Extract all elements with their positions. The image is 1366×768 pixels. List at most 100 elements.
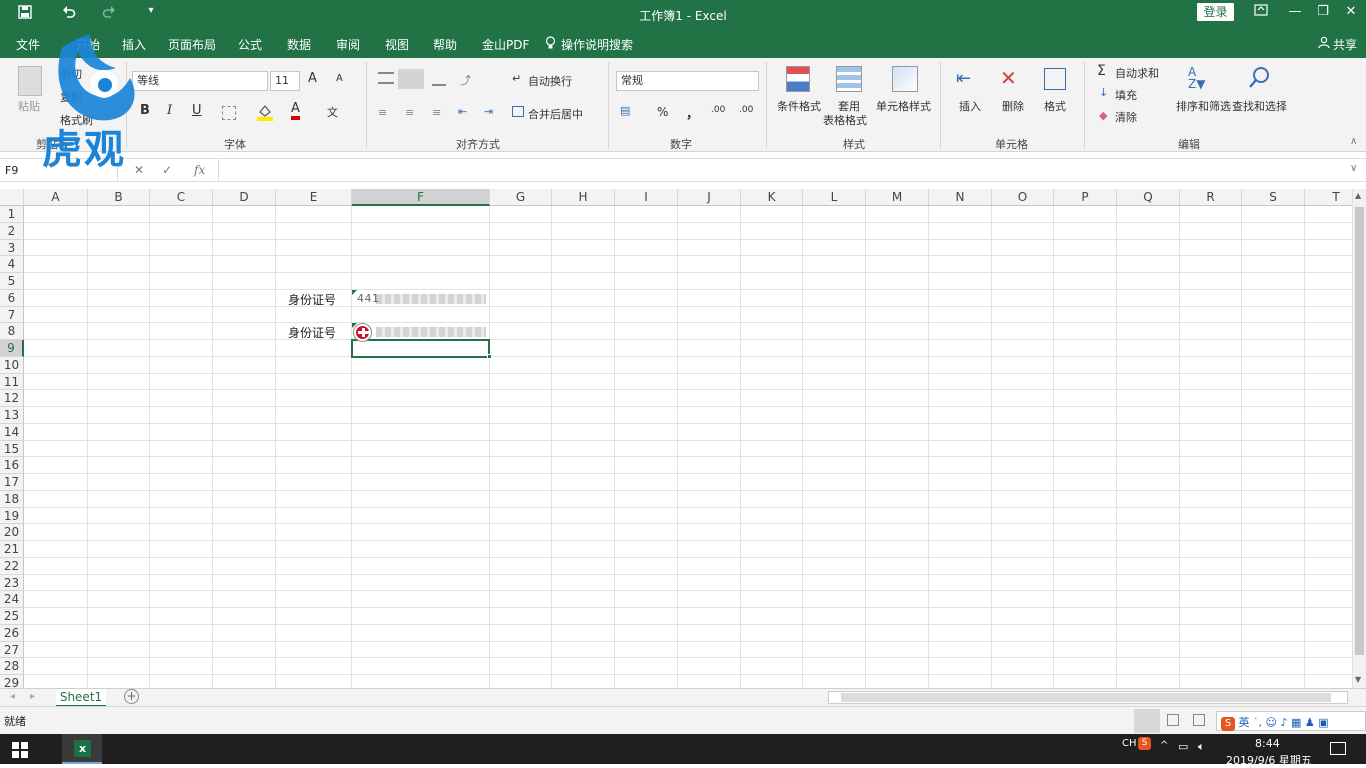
tab-formulas[interactable]: 公式: [238, 36, 262, 53]
sort-filter-button[interactable]: 排序和筛选: [1176, 98, 1231, 114]
network-icon[interactable]: ▭: [1178, 740, 1188, 753]
find-select-button[interactable]: 查找和选择: [1232, 98, 1287, 114]
worksheet-grid[interactable]: A B C D E F G H I J K L M N O P Q R S T 1 2 3 4 5 6 7 8 9 10 11 12 13 14 1…: [0, 189, 1352, 688]
column-header-e[interactable]: E: [276, 189, 352, 206]
row-header-23[interactable]: 23: [0, 574, 24, 592]
format-cells-button[interactable]: 格式: [1044, 98, 1066, 114]
row-header-8[interactable]: 8: [0, 323, 24, 340]
notification-icon[interactable]: [1330, 742, 1346, 755]
column-header-g[interactable]: G: [490, 189, 552, 206]
column-header-j[interactable]: J: [678, 189, 741, 206]
ribbon-display-icon[interactable]: [1248, 4, 1274, 24]
font-color-button[interactable]: A: [291, 102, 300, 120]
paste-button[interactable]: 粘贴: [18, 98, 40, 114]
column-header-c[interactable]: C: [150, 189, 213, 206]
tab-kingsoft-pdf[interactable]: 金山PDF: [482, 36, 529, 53]
row-header-16[interactable]: 16: [0, 457, 24, 474]
cut-button[interactable]: 剪切: [60, 66, 82, 82]
collapse-ribbon-icon[interactable]: ∧: [1350, 136, 1357, 147]
restore-icon[interactable]: ❐: [1310, 4, 1336, 24]
formula-input[interactable]: [218, 159, 1348, 181]
column-header-s[interactable]: S: [1242, 189, 1305, 206]
column-header-l[interactable]: L: [803, 189, 866, 206]
fill-color-icon[interactable]: [256, 103, 274, 124]
format-as-table-button[interactable]: 表格格式: [823, 112, 867, 128]
insert-cells-button[interactable]: 插入: [959, 98, 981, 114]
row-header-13[interactable]: 13: [0, 407, 24, 424]
row-header-5[interactable]: 5: [0, 273, 24, 290]
row-header-26[interactable]: 26: [0, 624, 24, 642]
tell-me-search[interactable]: 操作说明搜索: [561, 36, 633, 53]
font-size-input[interactable]: 11: [270, 71, 300, 91]
row-header-29[interactable]: 29: [0, 675, 24, 688]
row-header-10[interactable]: 10: [0, 356, 24, 374]
column-header-i[interactable]: I: [615, 189, 678, 206]
enter-formula-icon[interactable]: ✓: [162, 163, 172, 177]
page-layout-view-icon[interactable]: [1167, 714, 1179, 726]
row-header-19[interactable]: 19: [0, 507, 24, 525]
clock-time[interactable]: 8:44: [1255, 737, 1280, 750]
tab-page-layout[interactable]: 页面布局: [168, 36, 216, 53]
sogou-tray-icon[interactable]: S: [1138, 737, 1151, 750]
bold-button[interactable]: B: [140, 103, 150, 118]
tab-view[interactable]: 视图: [385, 36, 409, 53]
row-header-11[interactable]: 11: [0, 373, 24, 391]
row-header-20[interactable]: 20: [0, 524, 24, 541]
middle-align-icon[interactable]: [398, 69, 424, 89]
bottom-align-icon[interactable]: [432, 76, 446, 86]
volume-icon[interactable]: 🔈︎: [1198, 740, 1205, 754]
add-sheet-button[interactable]: +: [124, 689, 139, 704]
column-header-t[interactable]: T: [1305, 189, 1352, 206]
column-header-f[interactable]: F: [352, 189, 490, 206]
row-header-27[interactable]: 27: [0, 641, 24, 659]
minimize-icon[interactable]: —: [1282, 4, 1308, 24]
delete-cells-button[interactable]: 删除: [1002, 98, 1024, 114]
column-header-q[interactable]: Q: [1117, 189, 1180, 206]
copy-button[interactable]: 复制: [60, 89, 82, 105]
accounting-format-icon[interactable]: ▤: [620, 104, 630, 117]
column-header-a[interactable]: A: [24, 189, 88, 206]
column-header-h[interactable]: H: [552, 189, 615, 206]
top-align-icon[interactable]: [378, 72, 394, 84]
underline-button[interactable]: U: [192, 103, 202, 118]
column-header-p[interactable]: P: [1054, 189, 1117, 206]
row-header-22[interactable]: 22: [0, 557, 24, 575]
ime-indicator[interactable]: CH: [1122, 738, 1137, 749]
page-break-view-icon[interactable]: [1193, 714, 1205, 726]
row-header-14[interactable]: 14: [0, 423, 24, 441]
row-header-12[interactable]: 12: [0, 390, 24, 407]
fill-button[interactable]: 填充: [1115, 87, 1137, 103]
select-all-corner[interactable]: [0, 189, 24, 206]
tray-expand-icon[interactable]: ^: [1160, 740, 1168, 751]
fill-handle[interactable]: [487, 353, 492, 359]
share-button[interactable]: 共享: [1333, 36, 1357, 53]
windows-start-icon[interactable]: [12, 742, 28, 761]
align-right-icon[interactable]: ≡: [432, 106, 441, 119]
borders-icon[interactable]: [222, 106, 236, 120]
row-header-7[interactable]: 7: [0, 306, 24, 324]
tab-insert[interactable]: 插入: [122, 36, 146, 53]
tab-help[interactable]: 帮助: [433, 36, 457, 53]
row-header-18[interactable]: 18: [0, 490, 24, 508]
phonetic-button[interactable]: 文: [327, 104, 338, 120]
sheet-tab-sheet1[interactable]: Sheet1: [56, 689, 106, 707]
column-header-o[interactable]: O: [992, 189, 1054, 206]
cancel-formula-icon[interactable]: ✕: [134, 163, 144, 177]
row-header-25[interactable]: 25: [0, 608, 24, 625]
format-painter-button[interactable]: 格式刷: [60, 112, 93, 128]
row-header-4[interactable]: 4: [0, 256, 24, 273]
row-header-15[interactable]: 15: [0, 440, 24, 458]
autosum-button[interactable]: 自动求和: [1115, 65, 1159, 81]
cell-styles-button[interactable]: 单元格样式: [876, 98, 931, 114]
insert-function-icon[interactable]: fx: [194, 163, 205, 177]
column-header-k[interactable]: K: [741, 189, 803, 206]
paste-icon[interactable]: [18, 66, 42, 96]
row-header-24[interactable]: 24: [0, 591, 24, 608]
next-sheet-icon[interactable]: ▸: [30, 691, 35, 702]
row-header-9[interactable]: 9: [0, 340, 24, 357]
column-header-n[interactable]: N: [929, 189, 992, 206]
clock-date[interactable]: 2019/9/6 星期五: [1226, 752, 1312, 768]
increase-indent-icon[interactable]: ⇥: [484, 105, 493, 118]
vertical-scrollbar[interactable]: ▲ ▼: [1352, 189, 1366, 688]
row-header-6[interactable]: 6: [0, 289, 24, 307]
